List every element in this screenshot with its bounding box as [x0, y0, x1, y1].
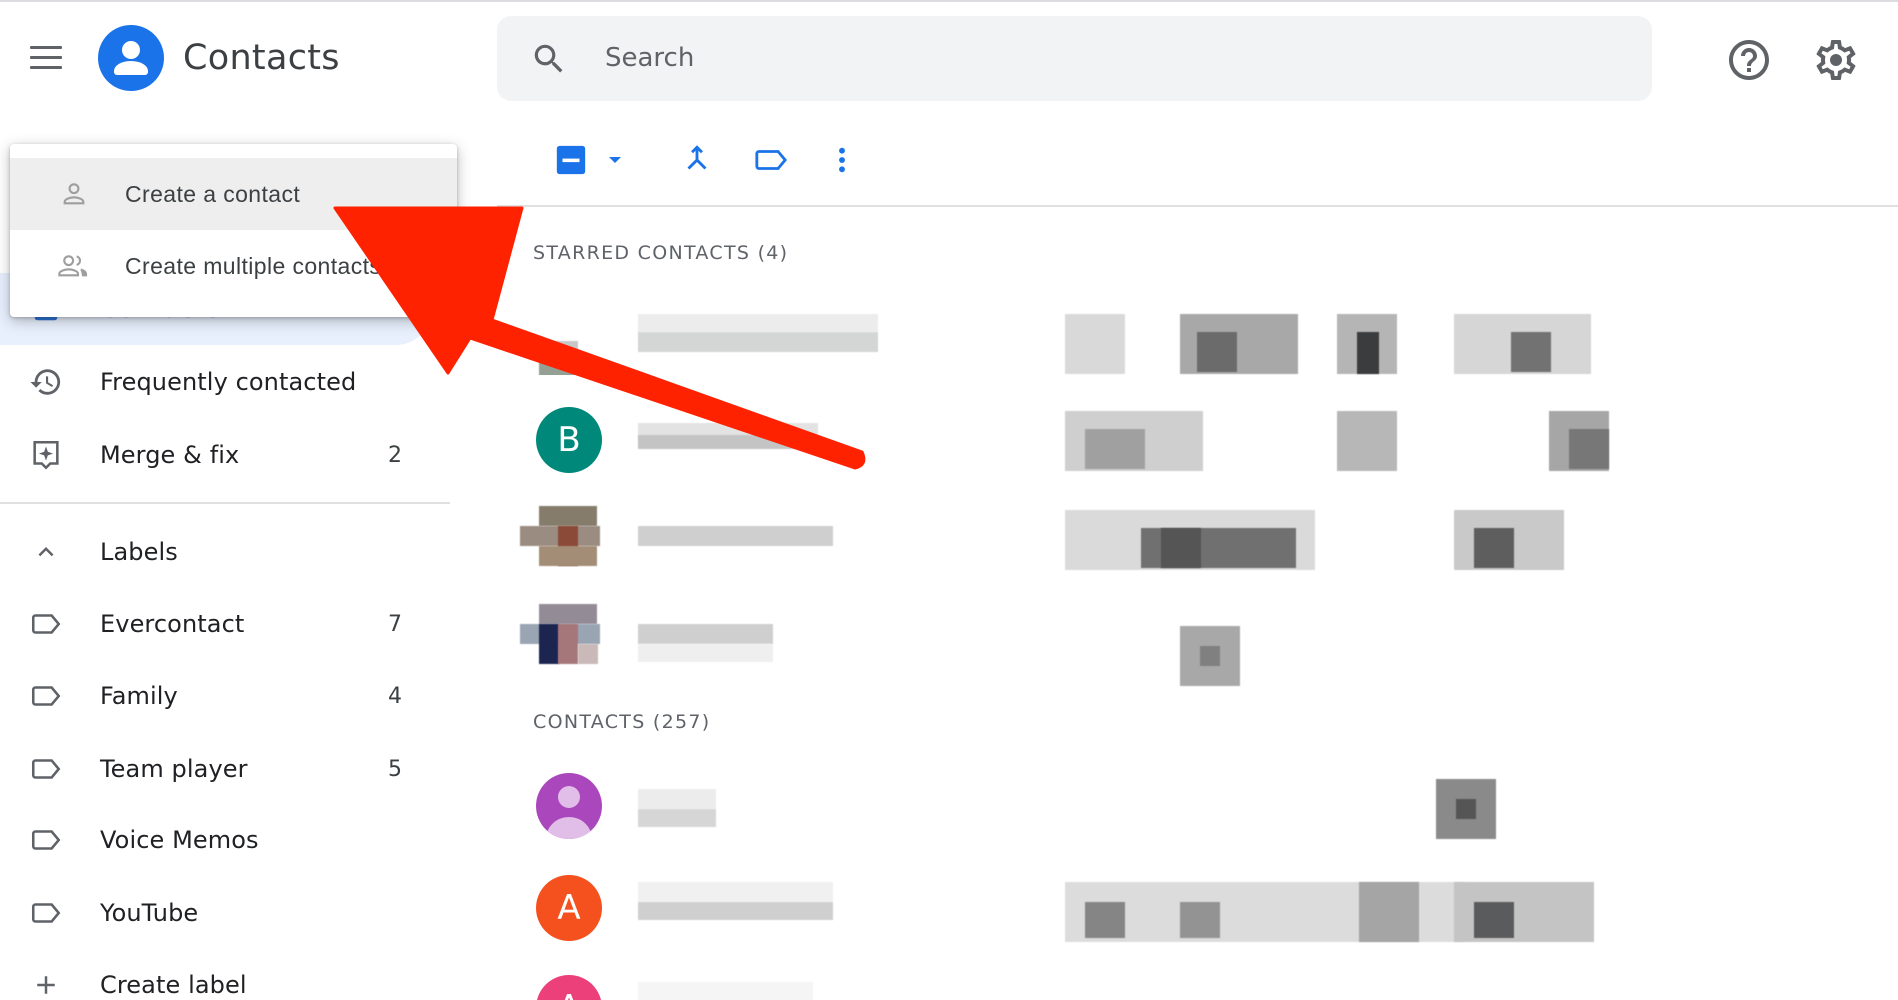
sidebar-item-label: Frequently contacted	[100, 368, 357, 396]
default-person-icon	[546, 786, 592, 839]
sidebar-item-count: 5	[388, 756, 402, 782]
manage-labels-button[interactable]	[750, 138, 792, 182]
avatar	[520, 506, 602, 572]
contact-row[interactable]: A	[497, 860, 1898, 956]
label-icon	[28, 606, 64, 642]
label-icon	[28, 895, 64, 931]
sidebar-divider	[0, 502, 450, 504]
contact-name-redacted	[638, 624, 773, 644]
sidebar-label-evercontact[interactable]: Evercontact 7	[0, 594, 440, 654]
contact-name-redacted	[638, 526, 833, 546]
menu-item-label: Create a contact	[125, 180, 301, 207]
contacts-logo-icon	[98, 25, 164, 91]
label-icon	[28, 678, 64, 714]
contact-name-redacted	[638, 789, 716, 809]
search-icon[interactable]	[530, 40, 568, 78]
app-title: Contacts	[183, 38, 340, 78]
menu-item-create-contact[interactable]: Create a contact	[10, 158, 457, 230]
contact-email-redacted	[1065, 314, 1125, 374]
sidebar-item-count: 2	[388, 442, 402, 468]
starred-contacts-header: STARRED CONTACTS (4)	[533, 242, 789, 264]
create-label-button[interactable]: Create label	[0, 955, 440, 1000]
label-icon	[28, 751, 64, 787]
settings-button[interactable]	[1812, 36, 1860, 84]
contacts-header: CONTACTS (257)	[533, 711, 711, 733]
avatar	[520, 604, 602, 670]
starred-contact-row[interactable]	[497, 590, 1898, 686]
avatar: A	[536, 875, 602, 941]
contact-row[interactable]: A	[497, 960, 1898, 1000]
sidebar-item-merge-fix[interactable]: Merge & fix 2	[0, 425, 440, 485]
select-all-checkbox[interactable]	[553, 138, 589, 182]
sidebar-item-count: 7	[388, 611, 402, 637]
chevron-up-icon	[28, 534, 64, 570]
sidebar-item-label: YouTube	[100, 899, 199, 927]
menu-item-create-multiple-contacts[interactable]: Create multiple contacts	[10, 230, 457, 302]
caret-down-icon	[609, 157, 621, 163]
menu-item-label: Create multiple contacts	[125, 252, 382, 279]
toolbar-divider	[497, 205, 1898, 207]
contact-name-redacted	[638, 882, 833, 902]
sidebar-item-label: Team player	[100, 755, 248, 783]
select-all-checkbox-icon	[556, 145, 586, 175]
contact-row[interactable]	[497, 759, 1898, 855]
merge-icon	[687, 145, 707, 170]
avatar	[536, 309, 602, 375]
help-icon	[1729, 40, 1769, 80]
history-icon	[28, 364, 64, 400]
create-contact-menu: Create a contact Create multiple contact…	[10, 144, 457, 317]
label-icon	[755, 150, 788, 170]
avatar	[536, 773, 602, 839]
create-label-text: Create label	[100, 971, 247, 999]
sidebar-item-label: Family	[100, 682, 178, 710]
labels-toggle[interactable]: Labels	[0, 522, 440, 582]
labels-header: Labels	[100, 538, 178, 566]
starred-contact-row[interactable]	[497, 294, 1898, 390]
main-menu-button[interactable]	[30, 46, 62, 70]
plus-icon	[28, 967, 64, 1000]
sidebar-item-label: Evercontact	[100, 610, 245, 638]
search-input[interactable]	[605, 36, 1505, 80]
people-icon	[54, 246, 94, 286]
person-icon	[54, 174, 94, 214]
merge-fix-icon	[28, 437, 64, 473]
contact-phone-redacted	[1359, 882, 1419, 942]
contact-name-redacted	[638, 982, 813, 1000]
sidebar-label-youtube[interactable]: YouTube	[0, 883, 440, 943]
sidebar-item-count: 4	[388, 683, 402, 709]
more-vert-icon	[839, 147, 845, 173]
sidebar-item-label: Voice Memos	[100, 826, 259, 854]
hamburger-icon	[30, 46, 62, 49]
avatar: B	[536, 407, 602, 473]
sidebar-label-voice-memos[interactable]: Voice Memos	[0, 810, 440, 870]
gear-icon	[1816, 39, 1856, 80]
sidebar-label-family[interactable]: Family 4	[0, 666, 440, 726]
sidebar-item-frequently-contacted[interactable]: Frequently contacted	[0, 352, 440, 412]
avatar: A	[536, 975, 602, 1000]
contact-name-redacted	[638, 314, 878, 332]
sidebar-label-team-player[interactable]: Team player 5	[0, 739, 440, 799]
merge-button[interactable]	[679, 138, 715, 182]
contact-phone-redacted	[1337, 411, 1397, 471]
starred-contact-row[interactable]	[497, 490, 1898, 586]
label-icon	[28, 822, 64, 858]
top-border	[0, 0, 1898, 2]
help-button[interactable]	[1725, 36, 1773, 84]
select-dropdown-button[interactable]	[600, 138, 630, 182]
sidebar-item-label: Merge & fix	[100, 441, 240, 469]
more-actions-button[interactable]	[826, 138, 858, 182]
starred-contact-row[interactable]: B	[497, 391, 1898, 487]
